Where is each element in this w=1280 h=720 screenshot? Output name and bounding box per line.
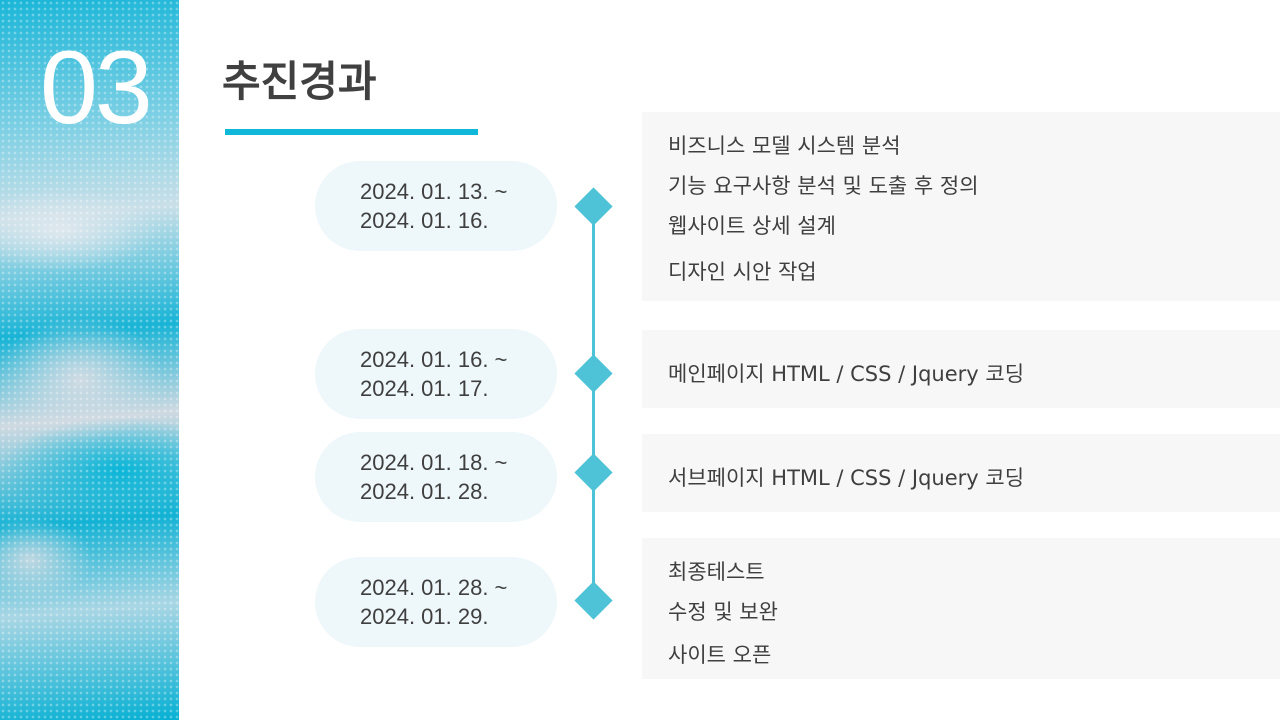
- timeline-marker-4: [574, 581, 613, 620]
- title-underline: [225, 129, 478, 135]
- task-item: 최종테스트: [668, 560, 765, 584]
- timeline-date-2: 2024. 01. 16. ~ 2024. 01. 17.: [315, 329, 557, 419]
- task-item: 비즈니스 모델 시스템 분석: [668, 134, 901, 158]
- date-start: 2024. 01. 18. ~: [360, 450, 508, 475]
- timeline-marker-2: [574, 354, 613, 393]
- task-item: 웹사이트 상세 설계: [668, 214, 836, 238]
- date-end: 2024. 01. 16.: [360, 208, 489, 233]
- date-end: 2024. 01. 29.: [360, 604, 489, 629]
- timeline-date-1: 2024. 01. 13. ~ 2024. 01. 16.: [315, 161, 557, 251]
- timeline-marker-3: [574, 453, 613, 492]
- date-start: 2024. 01. 16. ~: [360, 347, 508, 372]
- task-item: 수정 및 보완: [668, 600, 778, 624]
- task-item: 사이트 오픈: [668, 643, 772, 667]
- task-item: 디자인 시안 작업: [668, 260, 817, 284]
- timeline-line: [592, 206, 595, 601]
- date-end: 2024. 01. 17.: [360, 376, 489, 401]
- section-number: 03: [40, 30, 153, 146]
- task-box-3: 서브페이지 HTML / CSS / Jquery 코딩: [642, 434, 1280, 512]
- task-box-1: 비즈니스 모델 시스템 분석 기능 요구사항 분석 및 도출 후 정의 웹사이트…: [642, 112, 1280, 301]
- task-item: 서브페이지 HTML / CSS / Jquery 코딩: [668, 466, 1025, 490]
- timeline-date-3: 2024. 01. 18. ~ 2024. 01. 28.: [315, 432, 557, 522]
- task-box-2: 메인페이지 HTML / CSS / Jquery 코딩: [642, 330, 1280, 408]
- timeline-marker-1: [574, 187, 613, 226]
- task-item: 기능 요구사항 분석 및 도출 후 정의: [668, 174, 979, 198]
- date-end: 2024. 01. 28.: [360, 479, 489, 504]
- date-start: 2024. 01. 28. ~: [360, 575, 508, 600]
- page-title: 추진경과: [222, 57, 377, 106]
- task-item: 메인페이지 HTML / CSS / Jquery 코딩: [668, 362, 1025, 386]
- date-start: 2024. 01. 13. ~: [360, 179, 508, 204]
- timeline-date-4: 2024. 01. 28. ~ 2024. 01. 29.: [315, 557, 557, 647]
- task-box-4: 최종테스트 수정 및 보완 사이트 오픈: [642, 538, 1280, 679]
